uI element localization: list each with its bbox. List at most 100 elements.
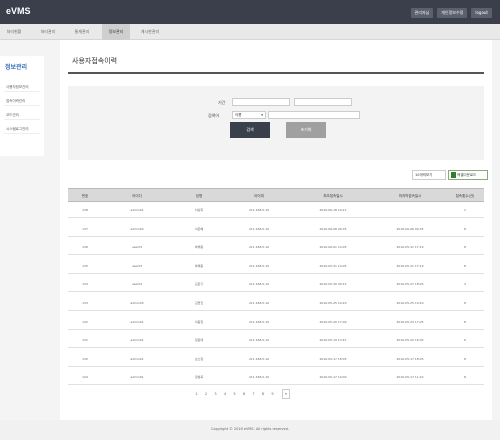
reset-button[interactable]: 초기화 bbox=[286, 122, 326, 138]
user-name-link[interactable]: 관리자님 bbox=[410, 8, 434, 18]
table-cell: admin01 bbox=[130, 319, 144, 324]
table-cell: 정윤택 bbox=[194, 338, 204, 343]
table-cell: 2016-05-31 17:19 bbox=[396, 245, 424, 250]
sidebar-item-access-history[interactable]: 접속이력관리 bbox=[4, 96, 40, 106]
sidebar-item-user-info[interactable]: 사용자정보관리 bbox=[4, 82, 40, 92]
column-header: 아이디 bbox=[132, 194, 142, 198]
table-cell: 211.168.0.10 bbox=[248, 208, 270, 212]
table-cell: 손소정 bbox=[194, 356, 204, 361]
table-cell: 8 bbox=[464, 301, 466, 305]
table-row[interactable]: 132 admin01 이동철 211.168.0.10 2016-05-20 17:0… bbox=[68, 314, 484, 330]
table-cell: 211.168.0.10 bbox=[248, 245, 270, 250]
table-cell: 2016-06-08 09:35 bbox=[319, 226, 347, 231]
tab-statistics[interactable]: 통계관리 bbox=[68, 24, 96, 40]
table-cell: 2016-05-23 17:05 bbox=[396, 319, 424, 324]
excel-download-button[interactable]: 엑셀다운로드 bbox=[448, 170, 488, 180]
table-cell: 8 bbox=[464, 319, 466, 324]
page-number-button[interactable]: 2 bbox=[202, 389, 211, 399]
page-number-button[interactable]: 3 bbox=[211, 389, 220, 399]
tab-info-management[interactable]: 정보관리 bbox=[102, 24, 130, 40]
table-cell: 이상희 bbox=[194, 208, 204, 212]
period-label: 기간 bbox=[218, 100, 226, 105]
table-cell: admin05 bbox=[130, 301, 144, 305]
table-cell: 김은기 bbox=[194, 282, 204, 287]
table-cell: 6 bbox=[464, 338, 466, 343]
page-number-button[interactable]: 5 bbox=[230, 389, 239, 399]
table-cell: 211.168.0.10 bbox=[248, 282, 270, 287]
keyword-type-value: 이름 bbox=[235, 113, 242, 117]
table-cell: 137 bbox=[82, 226, 88, 231]
search-button[interactable]: 검색 bbox=[230, 122, 270, 138]
page-number-button[interactable]: 6 bbox=[240, 389, 249, 399]
table-cell: 1 bbox=[464, 208, 466, 212]
per-page-value: 10개씩보기 bbox=[415, 173, 433, 177]
table-cell: 2016-05-31 14:05 bbox=[319, 263, 347, 268]
table-row[interactable]: 131 admin01 정윤택 211.168.0.10 2016-05-19 13:4… bbox=[68, 332, 484, 349]
column-header: 성명 bbox=[195, 194, 203, 198]
column-header: 마지막접속일시 bbox=[398, 194, 422, 198]
table-cell: 133 bbox=[82, 301, 88, 305]
sidebar-item-code[interactable]: 코드관리 bbox=[4, 110, 40, 120]
table-row[interactable]: 138 admin01 이상희 211.168.0.10 2016-06-18 10:2… bbox=[68, 202, 484, 218]
table-cell: 2016-06-01 14:05 bbox=[319, 245, 347, 250]
table-cell: admin01 bbox=[130, 338, 144, 343]
keyword-type-select[interactable]: 이름 ▾ bbox=[232, 111, 266, 119]
main-nav: 처리현황 처리관리 통계관리 정보관리 게시판관리 bbox=[0, 24, 500, 40]
table-cell: 2016-05-20 17:09 bbox=[319, 319, 347, 324]
logout-link[interactable]: logout bbox=[471, 8, 492, 18]
sidebar-item-system-log[interactable]: 시스템로그관리 bbox=[4, 124, 40, 134]
tab-processing[interactable]: 처리관리 bbox=[34, 24, 62, 40]
page-title: 사용자접속이력 bbox=[72, 57, 118, 65]
table-row[interactable]: 134 user04 김은기 211.168.0.10 2016-05-30 09:12… bbox=[68, 276, 484, 293]
period-start-input[interactable] bbox=[232, 98, 290, 106]
table-row[interactable]: 137 admin02 이은혜 211.168.0.10 2016-06-08 09:3… bbox=[68, 221, 484, 237]
page-number-button[interactable]: 4 bbox=[221, 389, 230, 399]
title-divider bbox=[68, 72, 484, 74]
per-page-select[interactable]: 10개씩보기 bbox=[412, 170, 446, 180]
table-cell: 2016-06-08 09:35 bbox=[396, 226, 424, 231]
main-content: 사용자접속이력 기간 검색어 이름 ▾ 검색 초기화 10개씩보기 엑셀다운로드… bbox=[60, 40, 492, 420]
table-cell: 211.168.0.10 bbox=[248, 226, 270, 231]
table-cell: admin01 bbox=[130, 356, 144, 361]
keyword-label: 검색어 bbox=[208, 113, 220, 118]
table-cell: 2016-05-19 13:47 bbox=[319, 338, 347, 343]
table-cell: 8 bbox=[464, 356, 466, 361]
column-header: 최초접속일시 bbox=[323, 194, 343, 198]
table-cell: admin02 bbox=[130, 226, 144, 231]
page-number-button[interactable]: 1 bbox=[192, 389, 201, 399]
column-header: 아이피 bbox=[254, 194, 264, 198]
page-number-button[interactable]: 8 bbox=[259, 389, 268, 399]
table-cell: 129 bbox=[82, 375, 88, 380]
table-cell: 김현진 bbox=[194, 301, 204, 305]
keyword-input[interactable] bbox=[268, 111, 360, 119]
table-cell bbox=[374, 202, 446, 218]
tab-status[interactable]: 처리현황 bbox=[0, 24, 28, 40]
table-row[interactable]: 133 admin05 김현진 211.168.0.10 2016-05-25 10:2… bbox=[68, 295, 484, 311]
table-cell: admin01 bbox=[130, 208, 144, 212]
table-row[interactable]: 130 admin01 손소정 211.168.0.10 2016-05-17 18:0… bbox=[68, 351, 484, 367]
edit-profile-link[interactable]: 개인정보수정 bbox=[437, 8, 468, 18]
table-row[interactable]: 129 admin01 정필욱 211.168.0.10 2016-05-17 10:0… bbox=[68, 369, 484, 386]
table-row[interactable]: 135 user03 박해종 211.168.0.10 2016-05-31 14:05… bbox=[68, 258, 484, 274]
page-number-button[interactable]: 9 bbox=[268, 389, 277, 399]
table-cell: 130 bbox=[82, 356, 88, 361]
table-cell: 2016-05-17 11:22 bbox=[396, 375, 424, 380]
table-cell: 2016-05-31 17:19 bbox=[396, 263, 424, 268]
table-cell: 정필욱 bbox=[194, 375, 204, 380]
table-cell: 이동철 bbox=[194, 319, 204, 324]
table-row[interactable]: 136 user03 박해종 211.168.0.10 2016-06-01 14:05… bbox=[68, 239, 484, 256]
table-header: 번호 아이디 성명 아이피 최초접속일시 마지막접속일시 접속횟수(건) bbox=[68, 188, 484, 202]
top-links: 관리자님 개인정보수정 logout bbox=[410, 8, 492, 18]
app-logo[interactable]: eVMS bbox=[6, 6, 31, 16]
page-number-button[interactable]: 7 bbox=[249, 389, 258, 399]
chevron-down-icon: ▾ bbox=[261, 113, 263, 117]
table-cell: 138 bbox=[82, 208, 88, 212]
next-page-button[interactable]: » bbox=[282, 389, 290, 399]
table-cell: 8 bbox=[464, 226, 466, 231]
search-panel: 기간 검색어 이름 ▾ bbox=[68, 86, 484, 160]
period-end-input[interactable] bbox=[294, 98, 352, 106]
table-cell: 2016-05-20 16:05 bbox=[396, 338, 424, 343]
tab-board[interactable]: 게시판관리 bbox=[136, 24, 164, 40]
table-cell: 2016-05-27 18:05 bbox=[396, 282, 424, 287]
table-cell: 2016-05-17 10:00 bbox=[319, 375, 347, 380]
